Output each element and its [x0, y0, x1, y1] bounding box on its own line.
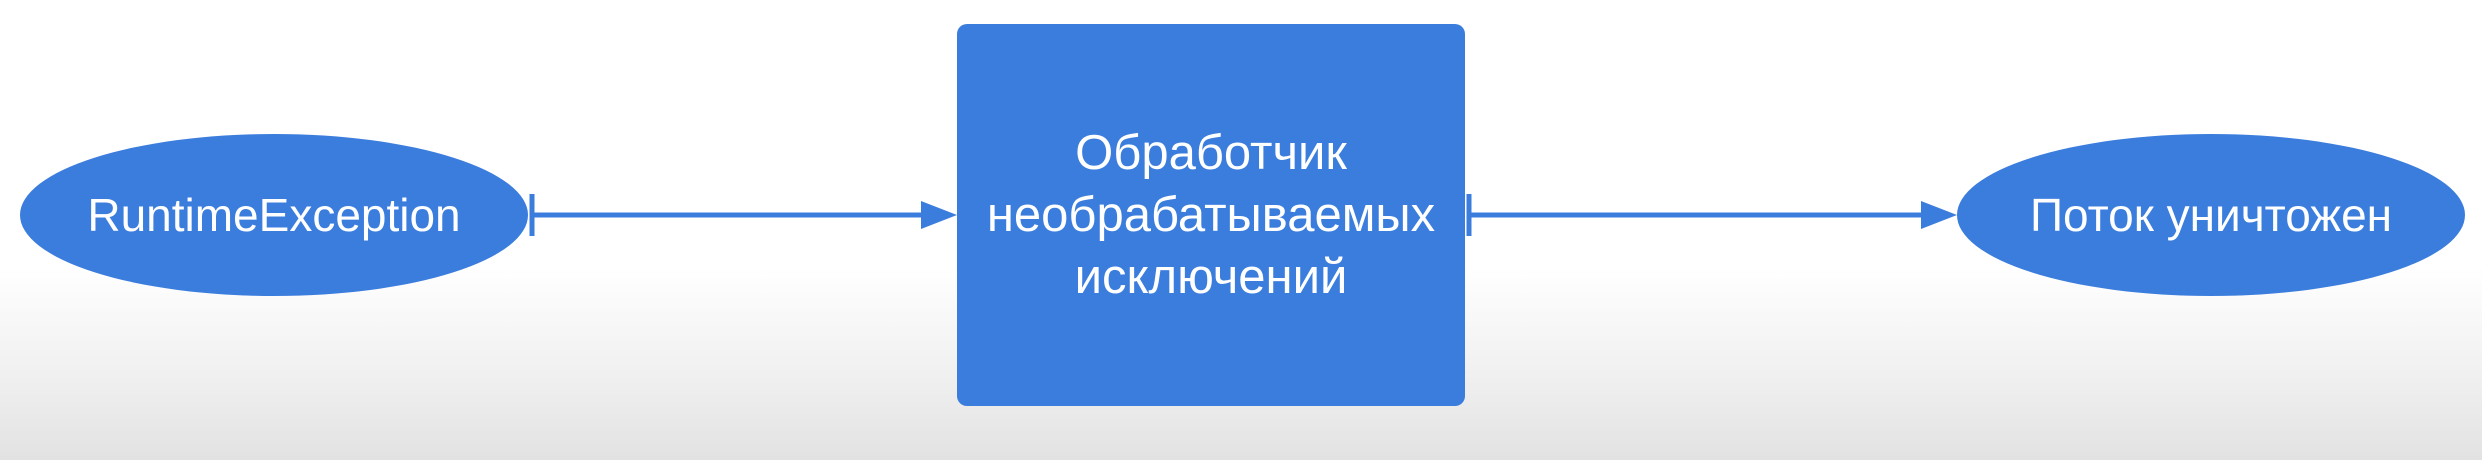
uncaught-exception-handler-label: Обработчик необрабатываемых исключений	[986, 126, 1436, 304]
edge-runtime-to-handler	[529, 194, 957, 236]
thread-destroyed-node: Поток уничтожен	[1957, 134, 2465, 296]
edge-arrowhead	[921, 201, 957, 229]
runtime-exception-node: RuntimeException	[20, 134, 528, 296]
thread-destroyed-label: Поток уничтожен	[2029, 189, 2393, 241]
edge-arrowhead	[1921, 201, 1957, 229]
edge-handler-to-end	[1466, 194, 1957, 236]
uncaught-exception-handler-node: Обработчик необрабатываемых исключений	[957, 24, 1465, 406]
runtime-exception-label: RuntimeException	[87, 189, 461, 241]
